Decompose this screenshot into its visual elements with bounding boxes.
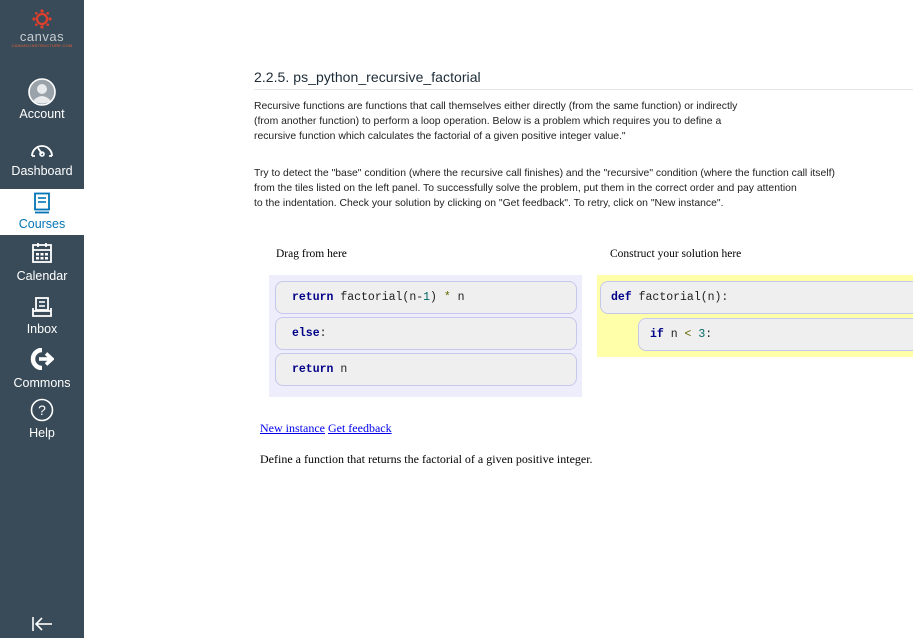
logo-subtext: CANVAS.INSTRUCTURE.COM xyxy=(11,43,73,48)
code-tile[interactable]: return factorial(n-1) * n xyxy=(275,281,577,314)
problem-statement: Define a function that returns the facto… xyxy=(260,452,593,466)
new-instance-link[interactable]: New instance xyxy=(260,421,325,435)
inbox-icon xyxy=(0,296,84,321)
canvas-logo-icon xyxy=(32,9,52,29)
page-title: 2.2.5. ps_python_recursive_factorial xyxy=(254,69,481,85)
code-tile[interactable]: else: xyxy=(275,317,577,350)
commons-icon xyxy=(0,348,84,375)
nav-item-inbox[interactable]: Inbox xyxy=(0,296,84,344)
canvas-logo[interactable]: canvas CANVAS.INSTRUCTURE.COM xyxy=(0,8,84,48)
code-tile[interactable]: return n xyxy=(275,353,577,386)
calendar-icon xyxy=(0,242,84,268)
intro-line: (from another function) to perform a loo… xyxy=(254,116,722,127)
intro-line: Recursive functions are functions that c… xyxy=(254,101,738,112)
dashboard-gauge-icon xyxy=(0,139,84,163)
solution-code-tile[interactable]: def factorial(n): xyxy=(600,281,913,314)
nav-label-dashboard: Dashboard xyxy=(11,164,73,178)
title-divider xyxy=(254,89,913,90)
account-avatar-icon xyxy=(0,78,84,106)
intro-paragraph: Recursive functions are functions that c… xyxy=(254,99,913,144)
get-feedback-link[interactable]: Get feedback xyxy=(328,421,392,435)
nav-item-dashboard[interactable]: Dashboard xyxy=(0,139,84,187)
main-content: 2.2.5. ps_python_recursive_factorial Rec… xyxy=(254,0,913,638)
nav-label-courses: Courses xyxy=(18,217,66,231)
courses-book-icon xyxy=(0,189,84,216)
nav-item-calendar[interactable]: Calendar xyxy=(0,242,84,290)
instructions-line: Try to detect the "base" condition (wher… xyxy=(254,168,835,179)
nav-item-commons[interactable]: Commons xyxy=(0,348,84,396)
instructions-paragraph: Try to detect the "base" condition (wher… xyxy=(254,166,913,211)
solution-drop-area[interactable]: def factorial(n): if n < 3: xyxy=(597,275,913,357)
solution-area-heading: Construct your solution here xyxy=(610,248,742,260)
svg-text:?: ? xyxy=(38,402,46,418)
global-navigation: canvas CANVAS.INSTRUCTURE.COM Account Da… xyxy=(0,0,84,638)
nav-item-help[interactable]: ? Help xyxy=(0,398,84,446)
collapse-nav-button[interactable] xyxy=(26,616,58,638)
nav-label-inbox: Inbox xyxy=(26,322,58,336)
nav-item-courses[interactable]: Courses xyxy=(0,189,84,235)
nav-label-account: Account xyxy=(19,107,65,121)
nav-label-commons: Commons xyxy=(13,376,71,390)
nav-label-help: Help xyxy=(29,426,55,440)
nav-label-calendar: Calendar xyxy=(16,269,68,283)
nav-item-account[interactable]: Account xyxy=(0,78,84,126)
action-links: New instance Get feedback xyxy=(260,421,392,436)
intro-line: recursive function which calculates the … xyxy=(254,131,626,142)
solution-code-tile[interactable]: if n < 3: xyxy=(638,318,913,351)
drag-area-heading: Drag from here xyxy=(276,248,347,260)
drag-source-area[interactable]: return factorial(n-1) * n else: return n xyxy=(269,275,582,397)
instructions-line: to the indentation. Check your solution … xyxy=(254,198,724,209)
help-icon: ? xyxy=(0,398,84,425)
logo-wordmark: canvas xyxy=(19,29,65,44)
instructions-line: from the tiles listed on the left panel.… xyxy=(254,183,797,194)
collapse-nav-icon xyxy=(32,617,52,631)
